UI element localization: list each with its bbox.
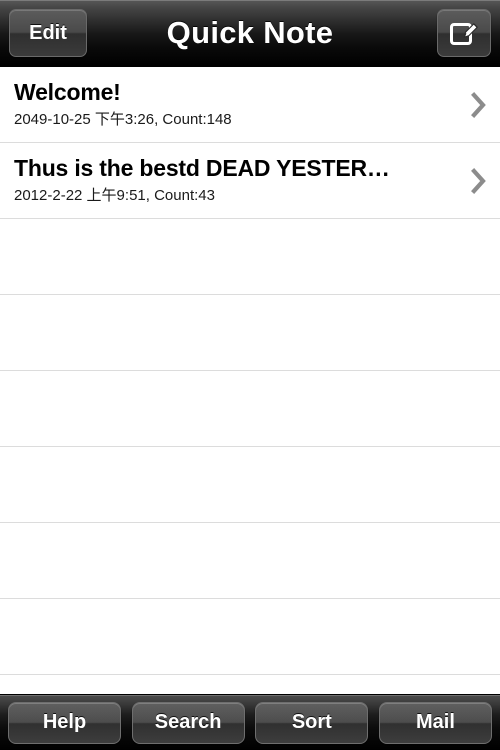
search-button-label: Search <box>154 711 222 733</box>
edit-button[interactable]: Edit <box>9 9 87 57</box>
list-item-empty <box>0 675 500 694</box>
edit-button-label: Edit <box>29 21 67 44</box>
search-button[interactable]: Search <box>131 701 245 744</box>
bottom-toolbar: Help Search Sort Mail <box>0 694 500 750</box>
notes-list[interactable]: Welcome! 2049-10-25 下午3:26, Count:148 Th… <box>0 67 500 694</box>
list-item-empty <box>0 447 500 523</box>
list-item[interactable]: Thus is the bestd DEAD YESTER… 2012-2-22… <box>0 143 500 219</box>
list-item-empty <box>0 219 500 295</box>
sort-button[interactable]: Sort <box>255 701 369 744</box>
quick-note-app: Edit Quick Note Welcome! 2049-10-25 下午3:… <box>0 0 500 750</box>
compose-note-button[interactable] <box>437 9 491 57</box>
note-subtitle: 2049-10-25 下午3:26, Count:148 <box>14 111 232 128</box>
sort-button-label: Sort <box>291 711 332 733</box>
page-title: Quick Note <box>166 15 334 50</box>
chevron-right-icon <box>471 91 486 118</box>
list-item[interactable]: Welcome! 2049-10-25 下午3:26, Count:148 <box>0 67 500 143</box>
note-subtitle: 2012-2-22 上午9:51, Count:43 <box>14 187 215 204</box>
mail-button[interactable]: Mail <box>378 701 492 744</box>
help-button-label: Help <box>42 711 87 733</box>
note-title: Thus is the bestd DEAD YESTER… <box>14 155 390 181</box>
list-item-empty <box>0 523 500 599</box>
navigation-bar: Edit Quick Note <box>0 0 500 67</box>
list-item-empty <box>0 371 500 447</box>
list-item-empty <box>0 599 500 675</box>
chevron-right-icon <box>471 167 486 194</box>
compose-icon <box>450 23 478 45</box>
list-item-empty <box>0 295 500 371</box>
note-title: Welcome! <box>14 79 121 105</box>
mail-button-label: Mail <box>416 711 455 733</box>
help-button[interactable]: Help <box>8 701 121 744</box>
